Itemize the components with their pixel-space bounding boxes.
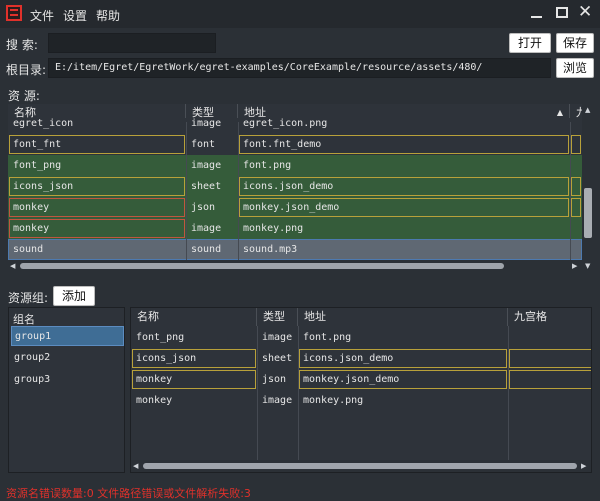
table-row[interactable]: monkey image monkey.png <box>131 390 591 411</box>
table-row[interactable]: monkey image monkey.png <box>8 218 582 239</box>
scroll-thumb[interactable] <box>20 263 504 269</box>
column-divider <box>257 326 258 462</box>
cell-url: monkey.json_demo <box>298 369 508 390</box>
column-divider <box>298 326 299 462</box>
scroll-right-icon[interactable]: ▶ <box>581 462 586 470</box>
cell-type: sound <box>191 244 222 255</box>
cell-type: font <box>191 139 216 150</box>
cell-name: icons_json <box>131 348 257 369</box>
cell-url: monkey.png <box>303 395 364 406</box>
open-button[interactable]: 打开 <box>509 33 551 53</box>
cell-nine <box>570 197 582 218</box>
close-icon: ✕ <box>578 2 593 22</box>
cell-type: image <box>191 160 222 171</box>
scroll-left-icon[interactable]: ◀ <box>133 462 138 470</box>
maximize-button[interactable] <box>553 4 571 22</box>
table-row[interactable]: font_png image font.png <box>8 155 582 176</box>
cell-nine <box>508 369 591 390</box>
cell-type: sheet <box>262 353 293 364</box>
cell-name: icons_json <box>8 176 186 197</box>
col-header-nine[interactable]: 九宫格 <box>508 308 591 326</box>
cell-url: monkey.json_demo <box>238 197 570 218</box>
cell-name: font_png <box>136 332 185 343</box>
save-button[interactable]: 保存 <box>556 33 594 53</box>
cell-type: image <box>262 395 293 406</box>
scroll-thumb[interactable] <box>584 188 592 238</box>
cell-nine <box>570 134 582 155</box>
search-label: 搜 索: <box>6 38 38 52</box>
browse-button[interactable]: 浏览 <box>556 58 594 78</box>
title-bar: 文件 设置 帮助 ✕ <box>0 0 600 28</box>
resource-horizontal-scrollbar[interactable]: ◀ ▶ <box>8 260 582 272</box>
groups-label: 资源组: <box>8 291 49 305</box>
table-row[interactable]: monkey json monkey.json_demo <box>8 197 582 218</box>
group-list: 组名 group1 group2 group3 <box>8 307 125 473</box>
cell-type: image <box>191 223 222 234</box>
search-input[interactable] <box>48 33 216 53</box>
group-item-selected[interactable]: group1 <box>11 326 124 346</box>
menu-help[interactable]: 帮助 <box>96 7 120 24</box>
cell-url: font.png <box>243 160 292 171</box>
cell-name: monkey <box>136 395 173 406</box>
add-group-button[interactable]: 添加 <box>53 286 95 306</box>
cell-type: sheet <box>191 181 222 192</box>
app-logo-icon <box>6 5 22 21</box>
cell-type: image <box>262 332 293 343</box>
cell-nine <box>508 348 591 369</box>
close-button[interactable]: ✕ <box>578 2 596 22</box>
resource-table: 名称 类型 地址 ▲ 九宫 egret_icon image egret_ico… <box>8 104 582 272</box>
status-bar-text: 资源名错误数量:0 文件路径错误或文件解析失败:3 <box>6 487 251 500</box>
menu-settings[interactable]: 设置 <box>63 7 87 24</box>
table-row-selected[interactable]: sound sound sound.mp3 <box>8 239 582 260</box>
table-row[interactable]: monkey json monkey.json_demo <box>131 369 591 390</box>
maximize-icon <box>556 7 568 18</box>
cell-nine <box>570 176 582 197</box>
cell-url: font.fnt_demo <box>238 134 570 155</box>
cell-url: icons.json_demo <box>238 176 570 197</box>
cell-url: monkey.png <box>243 223 304 234</box>
scroll-down-icon[interactable]: ▼ <box>585 262 590 270</box>
cell-name: font_fnt <box>8 134 186 155</box>
root-label: 根目录: <box>6 63 47 77</box>
cell-url: icons.json_demo <box>298 348 508 369</box>
column-divider <box>186 122 187 272</box>
cell-url: sound.mp3 <box>243 244 298 255</box>
group-item[interactable]: group3 <box>11 370 124 390</box>
group-item[interactable]: group2 <box>11 348 124 368</box>
table-row[interactable]: font_png image font.png <box>131 327 591 348</box>
scroll-up-icon[interactable]: ▲ <box>585 106 590 114</box>
column-divider <box>508 326 509 462</box>
group-horizontal-scrollbar[interactable]: ◀ ▶ <box>131 460 591 472</box>
table-row[interactable]: font_fnt font font.fnt_demo <box>8 134 582 155</box>
cell-type: json <box>262 374 287 385</box>
minimize-button[interactable] <box>528 4 546 22</box>
cell-name: monkey <box>8 218 186 239</box>
cell-url: font.png <box>303 332 352 343</box>
scroll-left-icon[interactable]: ◀ <box>10 262 15 270</box>
cell-type: json <box>191 202 216 213</box>
table-row[interactable]: icons_json sheet icons.json_demo <box>131 348 591 369</box>
group-resource-table: 名称 类型 地址 九宫格 font_png image font.png ico… <box>130 307 592 473</box>
minimize-icon <box>531 16 542 18</box>
column-divider <box>238 122 239 272</box>
table-row[interactable]: egret_icon image egret_icon.png <box>8 118 582 134</box>
cell-name: monkey <box>131 369 257 390</box>
cell-name: font_png <box>13 160 62 171</box>
col-header-name[interactable]: 名称 <box>131 308 257 326</box>
root-path-input[interactable]: E:/item/Egret/EgretWork/egret-examples/C… <box>48 58 551 78</box>
menu-file[interactable]: 文件 <box>30 7 54 24</box>
col-header-type[interactable]: 类型 <box>257 308 298 326</box>
resources-label: 资 源: <box>8 89 40 103</box>
scroll-right-icon[interactable]: ▶ <box>572 262 577 270</box>
cell-name: monkey <box>8 197 186 218</box>
group-list-header: 组名 <box>13 313 35 326</box>
cell-name: sound <box>13 244 44 255</box>
resource-vertical-scrollbar[interactable]: ▲ ▼ <box>582 104 594 272</box>
col-header-url[interactable]: 地址 <box>298 308 508 326</box>
scroll-thumb[interactable] <box>143 463 577 469</box>
table-row[interactable]: icons_json sheet icons.json_demo <box>8 176 582 197</box>
column-divider <box>570 122 571 272</box>
